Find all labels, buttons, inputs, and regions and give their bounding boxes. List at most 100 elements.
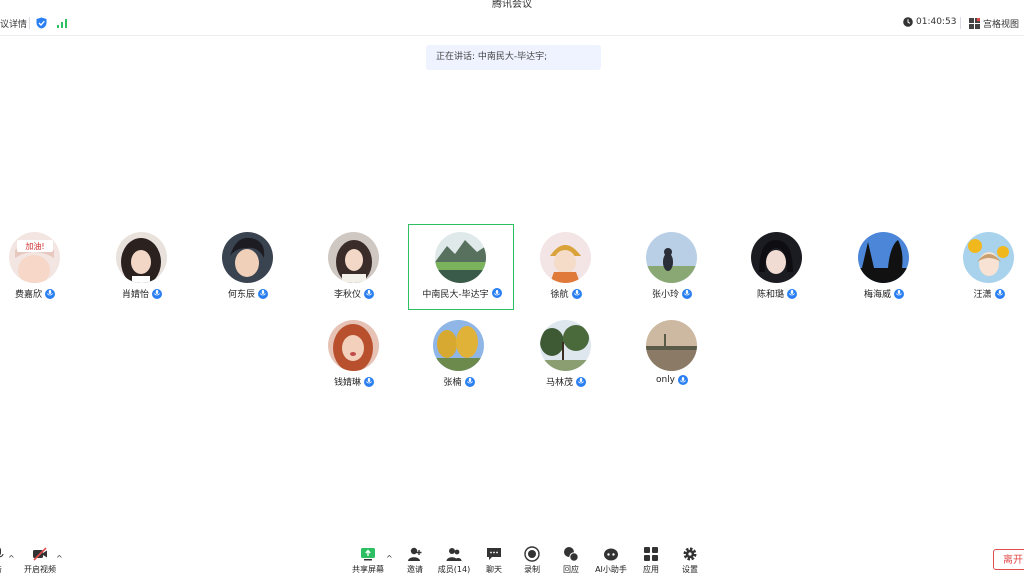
record-icon bbox=[524, 546, 540, 562]
microphone-icon bbox=[576, 376, 586, 387]
participant-name-row: 马林茂 bbox=[513, 375, 619, 388]
participant-tile[interactable]: 徐航 bbox=[513, 224, 619, 310]
cartoon-girl-avatar bbox=[540, 232, 591, 283]
participant-name: only bbox=[655, 375, 676, 385]
start-video-label: 开启视频 bbox=[24, 565, 56, 574]
react-label: 回应 bbox=[563, 565, 579, 574]
participant-name-row: 中南民大-毕达宇 bbox=[409, 287, 515, 300]
participant-tile[interactable]: 加油! 费嘉欣 bbox=[0, 224, 88, 310]
apps-button[interactable]: 应用 bbox=[629, 546, 673, 575]
record-button[interactable]: 录制 bbox=[510, 546, 554, 575]
participant-name: 李秋仪 bbox=[333, 290, 361, 300]
microphone-icon bbox=[464, 376, 475, 387]
participant-name: 马林茂 bbox=[545, 378, 573, 388]
video-options-chevron-up-icon[interactable]: ^ bbox=[56, 554, 63, 563]
invite-button[interactable]: 邀请 bbox=[393, 546, 437, 575]
clock-icon bbox=[903, 17, 913, 27]
participant-name-row: 张小玲 bbox=[619, 287, 725, 300]
apps-icon bbox=[644, 547, 658, 561]
participant-name-row: 梅海威 bbox=[831, 287, 937, 300]
participant-name: 钱婧琳 bbox=[333, 378, 361, 388]
divider bbox=[29, 17, 30, 29]
participant-name-row: 何东辰 bbox=[195, 287, 301, 300]
participant-tile[interactable]: 肖婧怡 bbox=[89, 224, 195, 310]
participant-name-row: only bbox=[619, 375, 725, 385]
chat-icon bbox=[487, 548, 501, 560]
timer-text: 01:40:53 bbox=[916, 17, 957, 27]
grid-view-icon bbox=[969, 18, 980, 29]
participant-tile[interactable]: 李秋仪 bbox=[301, 224, 407, 310]
participant-tile[interactable]: 何东辰 bbox=[195, 224, 301, 310]
meeting-info-link[interactable]: 议详情 bbox=[0, 17, 27, 30]
ai-assistant-button[interactable]: AI小助手 bbox=[589, 546, 633, 575]
landscape-painting-avatar bbox=[434, 231, 486, 283]
microphone-icon bbox=[571, 288, 582, 299]
participant-name: 张小玲 bbox=[651, 290, 679, 300]
microphone-icon bbox=[0, 547, 4, 558]
participant-name-row: 张楠 bbox=[406, 375, 512, 388]
participant-tile[interactable]: 钱婧琳 bbox=[301, 312, 407, 398]
girl-portrait-avatar bbox=[328, 232, 379, 283]
microphone-icon bbox=[152, 288, 162, 299]
ai-assistant-icon bbox=[604, 548, 618, 561]
video-off-icon bbox=[33, 547, 47, 561]
react-button[interactable]: 回应 bbox=[549, 546, 593, 575]
anime-girl-avatar bbox=[751, 232, 802, 283]
participant-tile[interactable]: 汪潇 bbox=[936, 224, 1024, 310]
speaking-indicator: 正在讲话: 中南民大-毕达宇; bbox=[426, 45, 601, 70]
meeting-topbar: 议详情 01:40:53 宫格视图 bbox=[0, 13, 1024, 36]
participant-tile[interactable]: 中南民大-毕达宇 bbox=[408, 224, 514, 310]
members-label: 成员(14) bbox=[437, 565, 471, 574]
meeting-toolbar: 音 ^ 开启视频 ^ 共享屏幕 ^ 邀请 成员(14) 聊天 录制 回应 AI小… bbox=[0, 540, 1024, 575]
participant-name-row: 钱婧琳 bbox=[301, 375, 407, 388]
microphone-icon bbox=[364, 376, 374, 387]
microphone-icon bbox=[994, 288, 1005, 299]
share-screen-label: 共享屏幕 bbox=[352, 565, 384, 574]
share-screen-icon bbox=[361, 548, 375, 561]
microphone-icon bbox=[258, 288, 268, 299]
audio-options-chevron-up-icon[interactable]: ^ bbox=[8, 554, 15, 563]
participant-name: 中南民大-毕达宇 bbox=[422, 289, 489, 300]
share-options-chevron-up-icon[interactable]: ^ bbox=[386, 554, 393, 563]
gear-icon bbox=[683, 547, 697, 561]
microphone-icon bbox=[364, 288, 374, 299]
microphone-icon bbox=[894, 288, 904, 299]
participant-name: 陈和璐 bbox=[756, 290, 784, 300]
tree-sky-avatar bbox=[858, 232, 909, 283]
chat-label: 聊天 bbox=[486, 565, 502, 574]
participant-tile[interactable]: 马林茂 bbox=[513, 312, 619, 398]
participant-tile[interactable]: only bbox=[619, 312, 725, 398]
invite-label: 邀请 bbox=[407, 565, 423, 574]
participant-name-row: 陈和璐 bbox=[724, 287, 830, 300]
participant-name: 肖婧怡 bbox=[121, 290, 149, 300]
autumn-trees-avatar bbox=[433, 320, 484, 371]
share-screen-button[interactable]: 共享屏幕 bbox=[346, 546, 390, 575]
participant-tile[interactable]: 陈和璐 bbox=[724, 224, 830, 310]
divider bbox=[960, 17, 961, 29]
network-signal-icon[interactable] bbox=[57, 19, 67, 28]
participant-name: 张楠 bbox=[443, 378, 462, 388]
members-button[interactable]: 成员(14) bbox=[432, 546, 476, 575]
microphone-icon bbox=[491, 288, 502, 298]
participant-tile[interactable]: 张楠 bbox=[406, 312, 512, 398]
participant-name: 徐航 bbox=[550, 290, 569, 300]
svg-text:加油!: 加油! bbox=[25, 241, 44, 251]
park-trees-avatar bbox=[540, 320, 591, 371]
apps-label: 应用 bbox=[643, 565, 659, 574]
lake-sunset-avatar bbox=[646, 320, 697, 371]
members-icon bbox=[446, 548, 462, 561]
participant-tile[interactable]: 张小玲 bbox=[619, 224, 725, 310]
microphone-icon bbox=[787, 288, 797, 299]
participant-name-row: 李秋仪 bbox=[301, 287, 407, 300]
microphone-icon bbox=[682, 288, 692, 299]
settings-button[interactable]: 设置 bbox=[668, 546, 712, 575]
participant-tile[interactable]: 梅海威 bbox=[831, 224, 937, 310]
participant-name-row: 汪潇 bbox=[936, 287, 1024, 300]
record-label: 录制 bbox=[524, 565, 540, 574]
settings-label: 设置 bbox=[682, 565, 698, 574]
invite-user-icon bbox=[408, 547, 422, 561]
participant-name: 梅海威 bbox=[863, 290, 891, 300]
grid-view-button[interactable]: 宫格视图 bbox=[969, 17, 1019, 30]
leave-meeting-button[interactable]: 离开 bbox=[993, 549, 1024, 570]
shield-icon[interactable] bbox=[36, 17, 47, 29]
